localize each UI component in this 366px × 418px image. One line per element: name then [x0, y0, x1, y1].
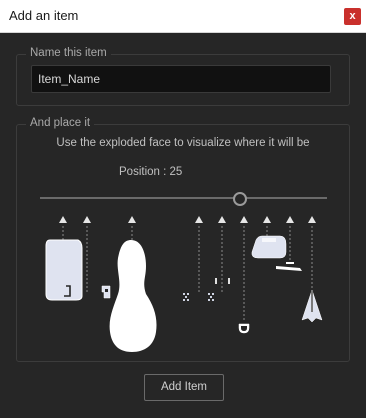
- name-group-label: Name this item: [26, 47, 111, 59]
- position-readout: Position : 25: [119, 166, 183, 178]
- add-item-dialog: Add an item x Name this item And place i…: [0, 0, 366, 418]
- placement-hint: Use the exploded face to visualize where…: [56, 137, 310, 149]
- window-title: Add an item: [9, 8, 79, 23]
- title-bar: Add an item x: [0, 0, 366, 33]
- position-slider-thumb[interactable]: [233, 192, 247, 206]
- place-group-label: And place it: [26, 117, 95, 129]
- add-item-button[interactable]: Add Item: [144, 374, 224, 401]
- item-name-input[interactable]: [31, 65, 331, 93]
- close-button[interactable]: x: [344, 8, 361, 25]
- position-slider-track[interactable]: [40, 197, 327, 199]
- place-group: And place it: [16, 117, 350, 362]
